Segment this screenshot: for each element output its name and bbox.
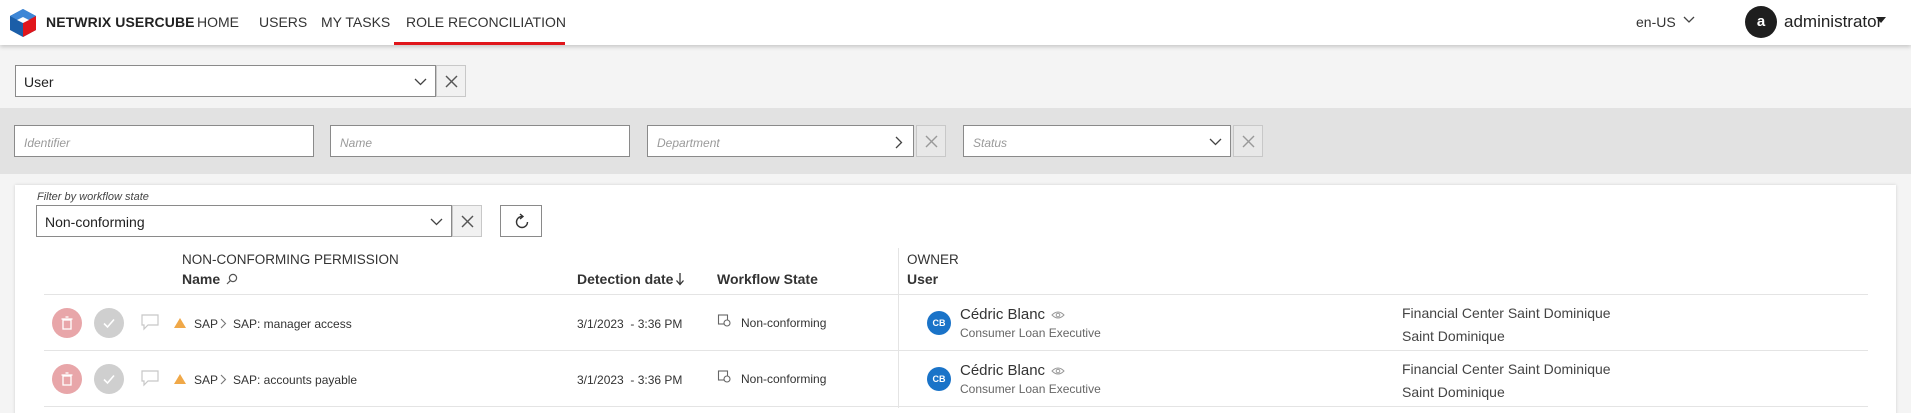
check-icon: [103, 374, 115, 385]
detection-date: 3/1/2023 - 3:36 PM: [577, 373, 683, 387]
entity-type-value: User: [24, 74, 54, 90]
owner-name[interactable]: Cédric Blanc: [960, 306, 1045, 323]
header-user: User: [907, 271, 939, 287]
header-non-conforming-permission: NON-CONFORMING PERMISSION: [182, 252, 399, 267]
close-icon: [1242, 135, 1255, 148]
chevron-down-icon: [430, 218, 443, 226]
column-divider: [898, 248, 899, 408]
nav-active-indicator: [394, 42, 565, 45]
chevron-right-icon: [895, 136, 903, 149]
header-workflow-state: Workflow State: [717, 271, 818, 287]
workflow-state: Non-conforming: [741, 316, 827, 330]
accept-button[interactable]: [94, 308, 124, 338]
refresh-icon: [515, 213, 529, 229]
search-icon[interactable]: [226, 273, 238, 285]
entity-type-select[interactable]: User: [15, 65, 436, 97]
identifier-placeholder: Identifier: [24, 136, 71, 150]
owner-organization: Financial Center Saint Dominique: [1402, 361, 1611, 377]
comment-icon[interactable]: [140, 313, 160, 331]
department-picker[interactable]: Department: [647, 125, 914, 157]
workflow-icon: [717, 314, 731, 327]
trash-icon: [61, 372, 73, 386]
owner-title: Consumer Loan Executive: [960, 382, 1101, 396]
workflow-state: Non-conforming: [741, 372, 827, 386]
accept-button[interactable]: [94, 364, 124, 394]
department-clear-button[interactable]: [916, 125, 946, 157]
user-menu-caret-icon[interactable]: [1876, 17, 1886, 23]
chevron-right-icon: [220, 374, 227, 385]
warning-icon: [174, 374, 186, 384]
chevron-down-icon: [1209, 138, 1222, 146]
detection-date: 3/1/2023 - 3:36 PM: [577, 317, 683, 331]
permission-name[interactable]: SAP: accounts payable: [233, 373, 357, 387]
eye-icon[interactable]: [1051, 366, 1065, 376]
chevron-right-icon: [220, 318, 227, 329]
department-placeholder: Department: [657, 136, 720, 150]
chevron-down-icon[interactable]: [1683, 15, 1695, 25]
name-input[interactable]: Name: [330, 125, 630, 157]
permission-system: SAP: [194, 317, 219, 331]
row-separator: [44, 294, 1868, 295]
user-avatar[interactable]: a: [1745, 6, 1777, 38]
top-bar: NETWRIX USERCUBE HOME USERS MY TASKS ROL…: [0, 0, 1911, 45]
delete-button[interactable]: [52, 308, 82, 338]
owner-name[interactable]: Cédric Blanc: [960, 362, 1045, 379]
owner-avatar: CB: [927, 367, 951, 391]
header-name[interactable]: Name: [182, 271, 220, 287]
permission-name[interactable]: SAP: manager access: [233, 317, 352, 331]
entity-type-clear-button[interactable]: [436, 65, 466, 97]
brand-name: NETWRIX USERCUBE: [46, 14, 195, 30]
header-detection-date[interactable]: Detection date: [577, 271, 673, 287]
refresh-button[interactable]: [500, 205, 542, 237]
comment-icon[interactable]: [140, 369, 160, 387]
status-placeholder: Status: [973, 136, 1008, 150]
user-name[interactable]: administrator: [1784, 12, 1882, 32]
warning-icon: [174, 318, 186, 328]
delete-button[interactable]: [52, 364, 82, 394]
nav-my-tasks[interactable]: MY TASKS: [321, 14, 390, 30]
permission-system: SAP: [194, 373, 219, 387]
chevron-down-icon: [414, 78, 427, 86]
owner-organization: Financial Center Saint Dominique: [1402, 305, 1611, 321]
name-placeholder: Name: [340, 136, 373, 150]
nav-role-reconciliation[interactable]: ROLE RECONCILIATION: [406, 14, 566, 30]
usercube-logo-icon[interactable]: [8, 8, 38, 38]
status-clear-button[interactable]: [1233, 125, 1263, 157]
workflow-icon: [717, 370, 731, 383]
workflow-state-value: Non-conforming: [45, 214, 145, 230]
workflow-state-clear-button[interactable]: [452, 205, 482, 237]
owner-avatar: CB: [927, 311, 951, 335]
close-icon: [925, 135, 938, 148]
owner-site: Saint Dominique: [1402, 384, 1505, 400]
close-icon: [445, 75, 458, 88]
header-owner: OWNER: [907, 252, 959, 267]
eye-icon[interactable]: [1051, 310, 1065, 320]
workflow-filter-label: Filter by workflow state: [37, 191, 149, 203]
nav-users[interactable]: USERS: [259, 14, 307, 30]
row-separator: [44, 350, 1868, 351]
close-icon: [461, 215, 474, 228]
owner-site: Saint Dominique: [1402, 328, 1505, 344]
trash-icon: [61, 316, 73, 330]
sort-down-icon[interactable]: [675, 272, 685, 286]
workflow-state-select[interactable]: Non-conforming: [36, 205, 452, 237]
row-separator: [44, 406, 1868, 407]
owner-title: Consumer Loan Executive: [960, 326, 1101, 340]
nav-home[interactable]: HOME: [197, 14, 239, 30]
check-icon: [103, 318, 115, 329]
language-selector[interactable]: en-US: [1636, 14, 1676, 30]
status-select[interactable]: Status: [963, 125, 1231, 157]
identifier-input[interactable]: Identifier: [14, 125, 314, 157]
